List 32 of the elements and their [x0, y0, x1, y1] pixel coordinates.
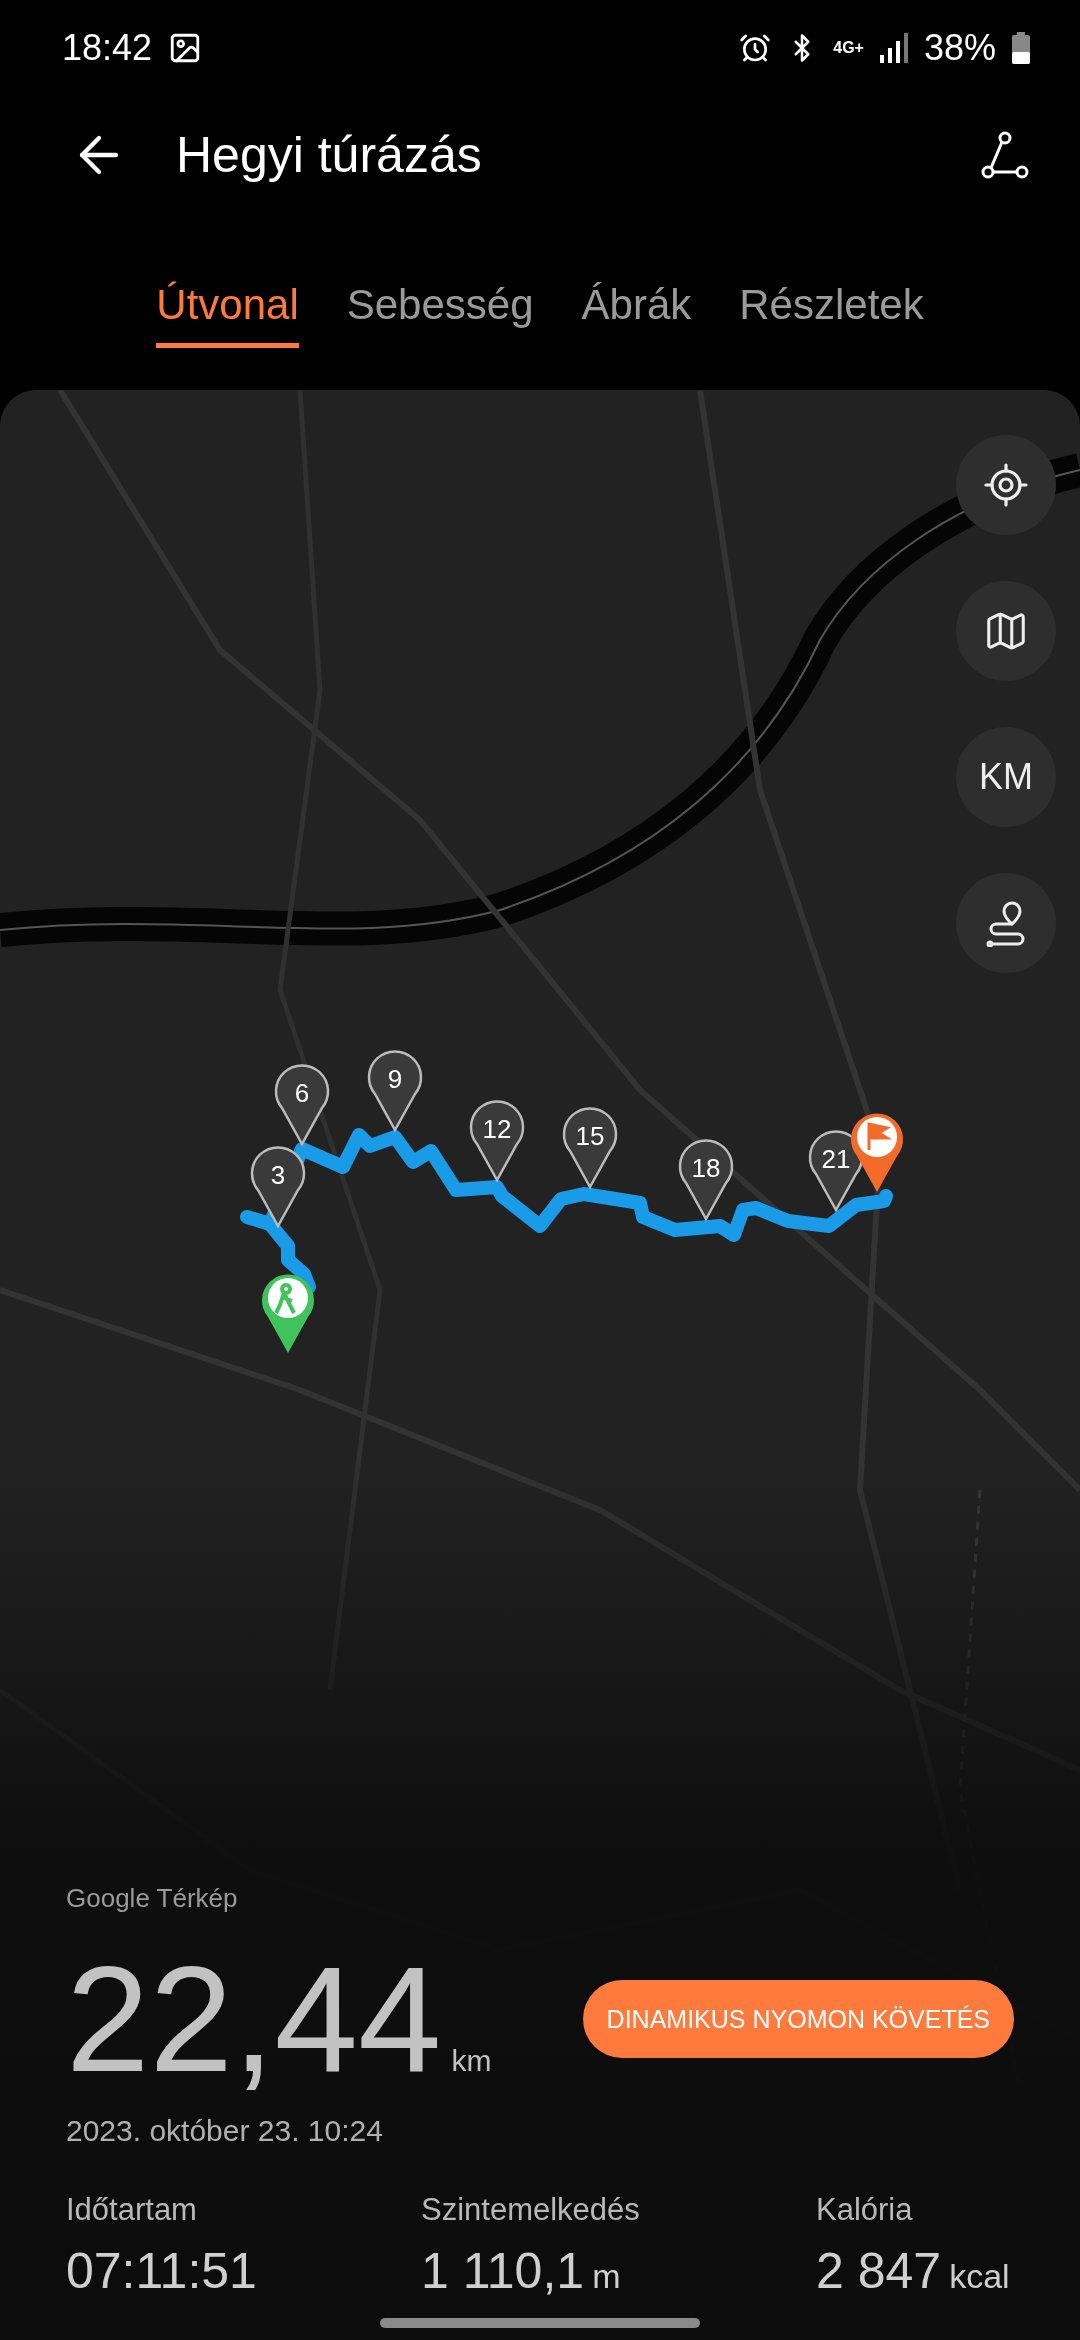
distance-marker[interactable]: 12: [469, 1100, 525, 1182]
distance-marker[interactable]: 6: [274, 1064, 330, 1146]
battery-percent: 38%: [923, 26, 996, 69]
activity-date: 2023. október 23. 10:24: [66, 2114, 383, 2148]
start-pin[interactable]: [262, 1274, 314, 1353]
distance-unit: km: [451, 2044, 492, 2078]
stat-label: Kalória: [816, 2192, 913, 2228]
stat-value: 07:11:51: [66, 2242, 257, 2300]
tab[interactable]: Útvonal: [156, 267, 299, 348]
distance-marker[interactable]: 9: [367, 1050, 423, 1132]
route-share-icon[interactable]: [980, 130, 1030, 180]
network-type: 4G+: [833, 38, 864, 57]
stat-value: 1 110,1: [421, 2242, 585, 2300]
distance-marker[interactable]: 3: [250, 1146, 306, 1228]
tab[interactable]: Ábrák: [581, 267, 692, 348]
distance-marker[interactable]: 15: [562, 1107, 618, 1189]
status-time: 18:42: [62, 26, 153, 69]
stat-label: Időtartam: [66, 2192, 197, 2228]
tab[interactable]: Sebesség: [346, 267, 534, 348]
signal-icon: [879, 32, 908, 63]
stat-unit: kcal: [949, 2257, 1010, 2296]
tab[interactable]: Részletek: [739, 267, 924, 348]
stat-label: Szintemelkedés: [421, 2192, 640, 2228]
stat-unit: m: [592, 2257, 621, 2296]
page-title: Hegyi túrázás: [176, 126, 483, 184]
distance-value: 22,44: [66, 1944, 442, 2094]
battery-icon: [1012, 31, 1030, 64]
stat-value: 2 847: [816, 2242, 942, 2300]
map-attribution: Google Térkép: [66, 1883, 238, 1914]
finish-flag-pin[interactable]: [851, 1113, 903, 1192]
crosshair-icon: [982, 461, 1030, 509]
distance-marker[interactable]: 18: [678, 1139, 734, 1221]
